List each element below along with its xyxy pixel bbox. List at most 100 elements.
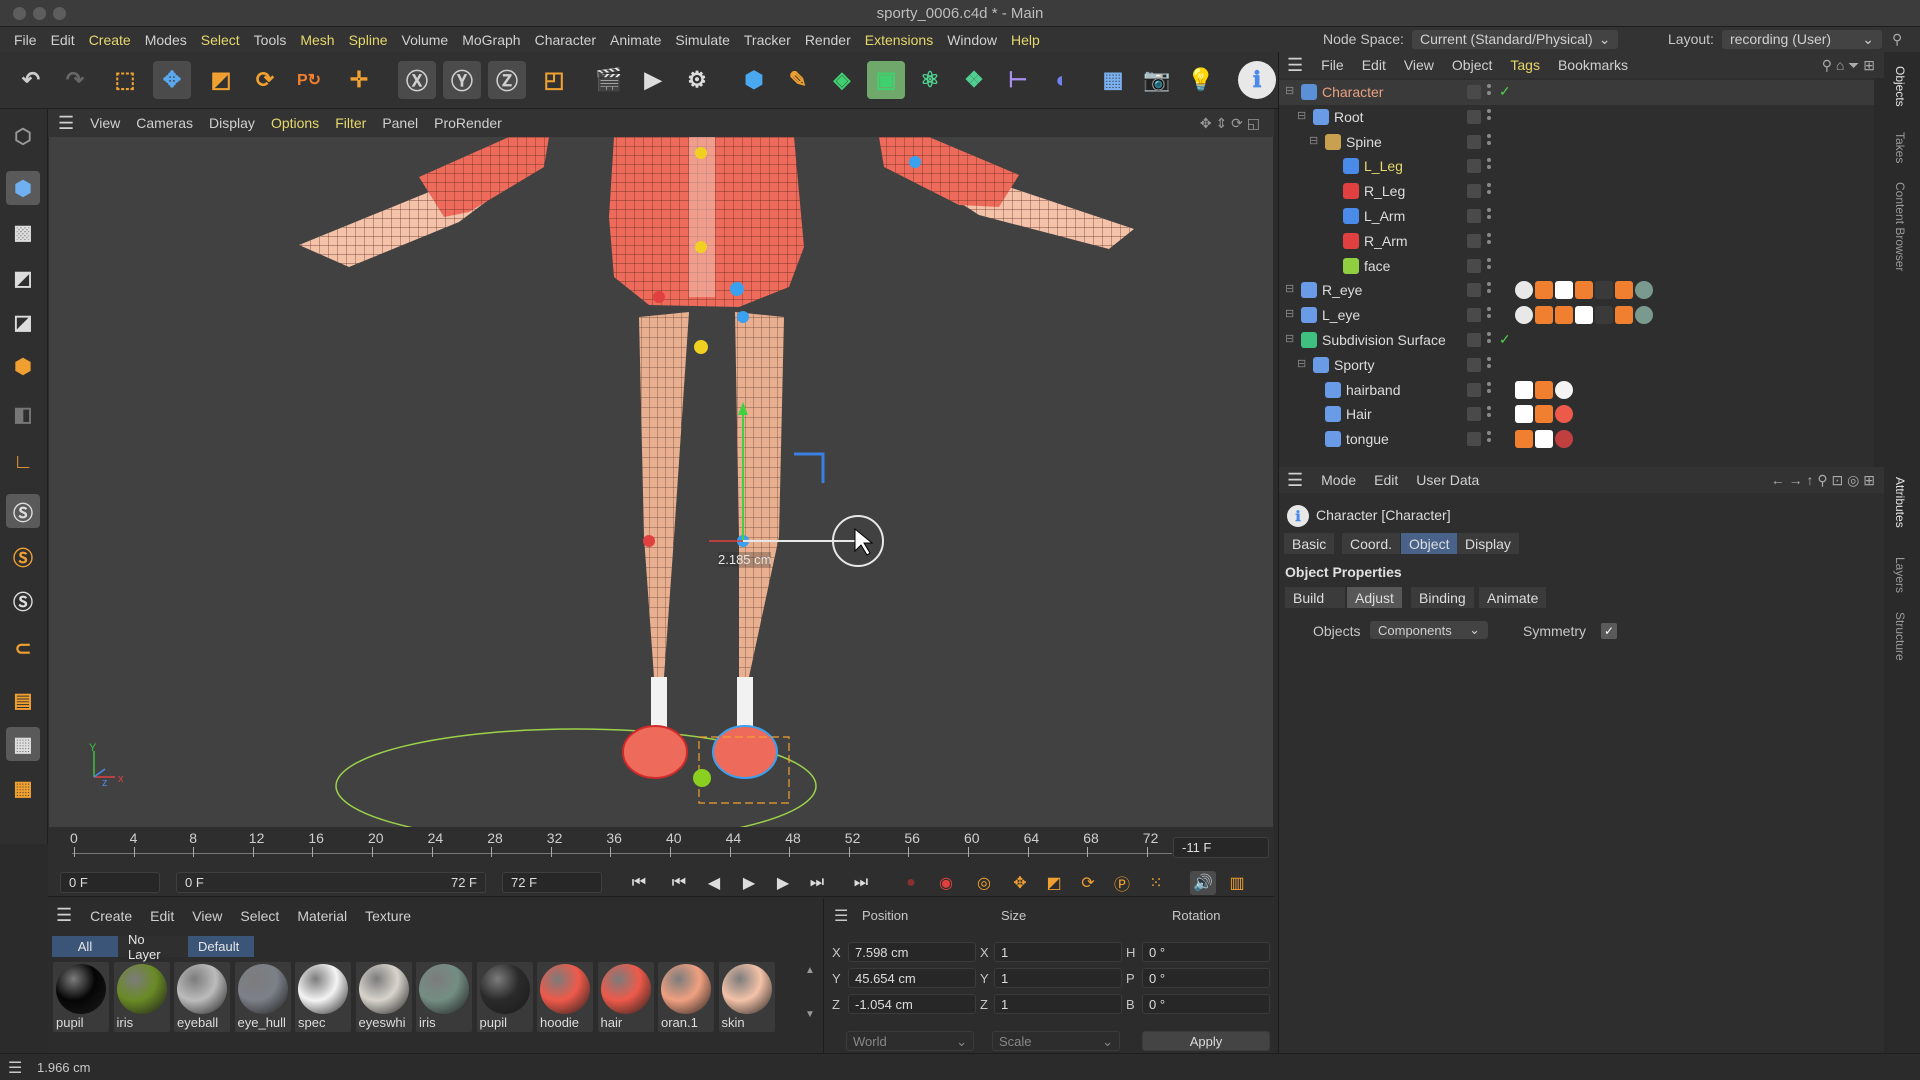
- object-row[interactable]: L_Arm: [1279, 204, 1885, 229]
- viewport-menu-filter[interactable]: Filter: [335, 115, 366, 131]
- layer-toggle[interactable]: [1467, 184, 1481, 199]
- menu-file[interactable]: File: [14, 32, 37, 48]
- floor-icon[interactable]: ▦: [1094, 61, 1132, 99]
- layer-toggle[interactable]: [1467, 308, 1481, 323]
- viewport-menu-options[interactable]: Options: [271, 115, 319, 131]
- menu-create[interactable]: Create: [89, 32, 131, 48]
- texture-mode-icon[interactable]: ▩: [6, 215, 40, 249]
- light-icon[interactable]: 💡: [1182, 61, 1220, 99]
- key-scale-icon[interactable]: ◩: [1041, 871, 1067, 895]
- object-row[interactable]: ⊟ R_eye: [1279, 278, 1885, 303]
- symmetry-checkbox[interactable]: ✓: [1601, 623, 1617, 639]
- size-field[interactable]: 1: [994, 994, 1122, 1014]
- material-menu-view[interactable]: View: [192, 908, 222, 924]
- snap-settings-icon[interactable]: Ⓢ: [6, 539, 40, 573]
- end-frame-field[interactable]: 72 F: [502, 872, 602, 893]
- viewport-menu-view[interactable]: View: [90, 115, 120, 131]
- material-menu-texture[interactable]: Texture: [365, 908, 411, 924]
- 3d-viewport[interactable]: 2.185 cm Y x z: [49, 137, 1273, 827]
- rotation-field[interactable]: 0 °: [1142, 968, 1270, 988]
- tag-icon[interactable]: [1535, 281, 1553, 300]
- tag-icon[interactable]: [1635, 281, 1653, 300]
- object-row[interactable]: tongue: [1279, 427, 1885, 452]
- tag-icon[interactable]: [1555, 405, 1573, 424]
- object-row[interactable]: ⊟ Root: [1279, 105, 1885, 130]
- key-rotation-icon[interactable]: ⟳: [1075, 871, 1101, 895]
- object-menu-edit[interactable]: Edit: [1362, 57, 1386, 73]
- material-menu-edit[interactable]: Edit: [150, 908, 174, 924]
- material-scrollbar[interactable]: ▲ ▼: [805, 965, 815, 1040]
- tag-icon[interactable]: [1515, 430, 1533, 449]
- tag-icon[interactable]: [1515, 281, 1533, 300]
- visibility-dots[interactable]: [1487, 232, 1491, 249]
- position-field[interactable]: 45.654 cm: [848, 968, 976, 988]
- material-item[interactable]: iris: [416, 962, 472, 1032]
- next-key-icon[interactable]: ⏭: [804, 871, 830, 895]
- material-item[interactable]: hoodie: [537, 962, 593, 1032]
- enable-check-icon[interactable]: ✓: [1499, 331, 1511, 348]
- character-icon[interactable]: ℹ: [1238, 61, 1276, 99]
- visibility-dots[interactable]: [1487, 208, 1491, 224]
- layer-toggle[interactable]: [1467, 134, 1481, 149]
- layer-toggle[interactable]: [1467, 432, 1481, 447]
- snap-icon[interactable]: Ⓢ: [6, 494, 40, 528]
- add-icon[interactable]: ✛: [340, 61, 378, 99]
- next-frame-icon[interactable]: ▶: [770, 871, 796, 895]
- grid-icon[interactable]: ▤: [6, 683, 40, 717]
- layer-toggle[interactable]: [1467, 407, 1481, 422]
- object-menu-view[interactable]: View: [1404, 57, 1434, 73]
- material-item[interactable]: spec: [295, 962, 351, 1032]
- status-menu-icon[interactable]: ☰: [8, 1058, 22, 1078]
- layer-toggle[interactable]: [1467, 333, 1481, 347]
- visibility-dots[interactable]: [1487, 332, 1491, 348]
- tag-icon[interactable]: [1515, 405, 1533, 424]
- rotate-tool-icon[interactable]: ⟳: [246, 61, 284, 99]
- tag-icon[interactable]: [1555, 306, 1573, 325]
- tab-display[interactable]: Display: [1457, 533, 1519, 554]
- material-menu-icon[interactable]: ☰: [56, 905, 72, 926]
- edges-mode-icon[interactable]: ◪: [6, 305, 40, 339]
- object-menu-object[interactable]: Object: [1452, 57, 1492, 73]
- viewport-menu-icon[interactable]: ☰: [58, 113, 74, 134]
- mograph-cloner-icon[interactable]: ⚛: [911, 61, 949, 99]
- side-tab-layers[interactable]: Layers: [1893, 557, 1907, 593]
- layer-toggle[interactable]: [1467, 233, 1481, 248]
- key-position-icon[interactable]: ✥: [1007, 871, 1033, 895]
- menu-select[interactable]: Select: [201, 32, 240, 48]
- uv-mode-icon[interactable]: ◧: [6, 397, 40, 431]
- field-icon[interactable]: ◐: [1043, 61, 1081, 99]
- material-item[interactable]: iris: [113, 962, 170, 1032]
- tag-icon[interactable]: [1635, 306, 1653, 325]
- previous-frame-icon[interactable]: ◀: [701, 871, 727, 895]
- attribute-menu-user-data[interactable]: User Data: [1416, 472, 1479, 488]
- menu-character[interactable]: Character: [535, 32, 596, 48]
- visibility-dots[interactable]: [1487, 84, 1491, 100]
- material-item[interactable]: eye_hull: [234, 962, 291, 1032]
- menu-tools[interactable]: Tools: [254, 32, 287, 48]
- coordinate-system-icon[interactable]: ◰: [535, 61, 573, 99]
- current-frame-field[interactable]: -11 F: [1173, 837, 1269, 858]
- tag-icon[interactable]: [1535, 405, 1553, 424]
- polygons-mode-icon[interactable]: ⬢: [6, 349, 40, 383]
- subtab-binding[interactable]: Binding: [1411, 587, 1474, 608]
- side-tab-content-browser[interactable]: Content Browser: [1893, 182, 1907, 271]
- attribute-nav-icons[interactable]: ← → ↑ ⚲ ⊡ ◎ ⊞: [1771, 472, 1875, 489]
- record-icon[interactable]: ●: [898, 871, 924, 895]
- material-item[interactable]: eyeball: [174, 962, 230, 1032]
- camera-icon[interactable]: 📷: [1138, 61, 1176, 99]
- object-row[interactable]: ⊟ Sporty: [1279, 353, 1885, 378]
- space-dropdown[interactable]: World ⌄: [846, 1031, 974, 1051]
- tag-icon[interactable]: [1535, 430, 1553, 449]
- subtab-adjust[interactable]: Adjust: [1347, 587, 1402, 608]
- live-selection-icon[interactable]: ⬚: [106, 61, 144, 99]
- tag-icon[interactable]: [1555, 281, 1573, 300]
- layout-dropdown[interactable]: recording (User) ⌄: [1721, 29, 1882, 49]
- visibility-dots[interactable]: [1487, 257, 1491, 274]
- visibility-dots[interactable]: [1487, 108, 1491, 125]
- menu-extensions[interactable]: Extensions: [865, 32, 933, 48]
- node-space-dropdown[interactable]: Current (Standard/Physical) ⌄: [1411, 29, 1619, 49]
- filter-no-layer[interactable]: No Layer: [118, 932, 188, 962]
- tab-coord[interactable]: Coord.: [1342, 533, 1401, 554]
- object-row[interactable]: ⊟ Character ✓: [1279, 80, 1885, 105]
- coord-menu-icon[interactable]: ☰: [834, 906, 848, 926]
